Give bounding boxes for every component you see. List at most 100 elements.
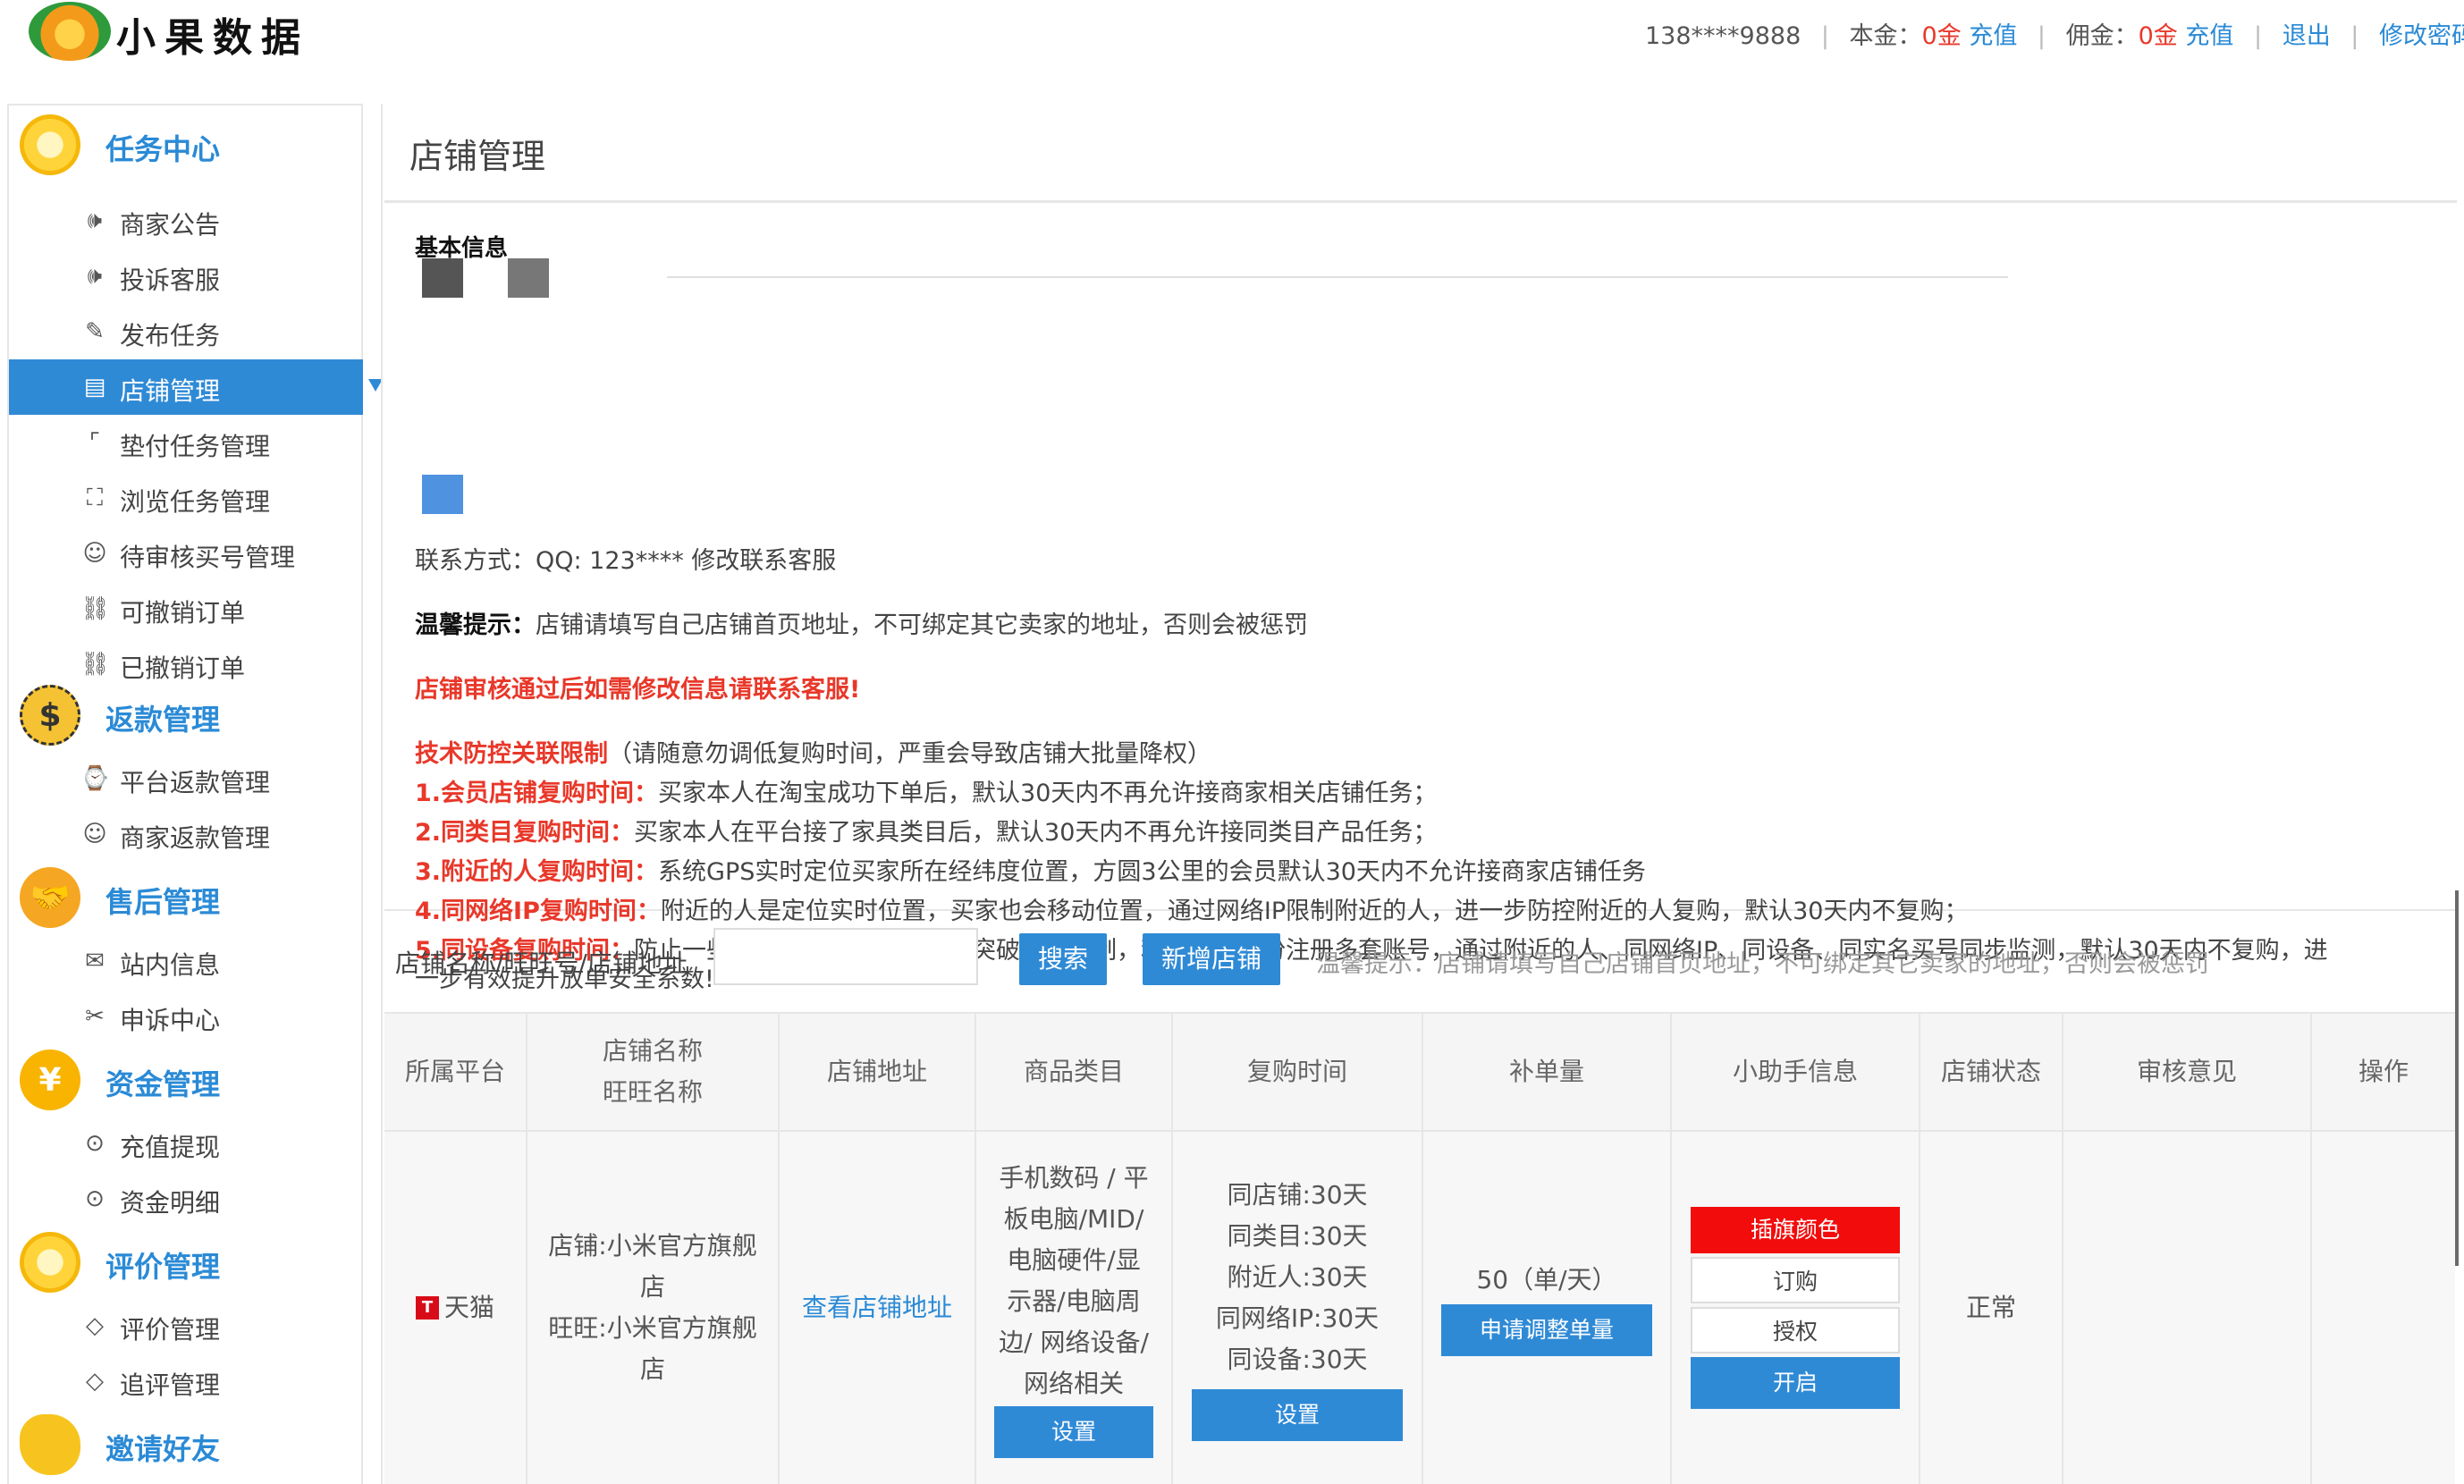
authorize-button[interactable]: 授权 bbox=[1691, 1307, 1900, 1353]
megaphone-icon: 🕪 bbox=[87, 207, 103, 234]
page-scrollbar[interactable] bbox=[2455, 890, 2459, 1266]
crop-icon: ⌜ bbox=[89, 429, 101, 456]
cell-assistant: 插旗颜色 订购 授权 开启 bbox=[1672, 1132, 1920, 1484]
add-shop-button[interactable]: 新增店铺 bbox=[1143, 933, 1280, 985]
redacted-block bbox=[422, 258, 463, 298]
sidebar-section-invite[interactable]: 邀请好友 bbox=[9, 1409, 363, 1480]
change-password-link[interactable]: 修改密码 bbox=[2379, 22, 2464, 50]
sidebar-item-complaint-service[interactable]: 🕪 投诉客服 bbox=[9, 249, 363, 304]
sidebar-section-reviews[interactable]: 评价管理 bbox=[9, 1227, 363, 1298]
sidebar-item-appeal-center[interactable]: ✂ 申诉中心 bbox=[9, 989, 363, 1044]
tag-icon: ◇ bbox=[86, 1368, 104, 1395]
tip-line: 温馨提示：店铺请填写自己店铺首页地址，不可绑定其它卖家的地址，否则会被惩罚 bbox=[415, 611, 1308, 639]
unlink-icon: ⛓ bbox=[80, 651, 111, 678]
subscribe-button[interactable]: 订购 bbox=[1691, 1257, 1900, 1303]
sidebar-item-merchant-refund[interactable]: ☺ 商家返款管理 bbox=[9, 806, 363, 862]
enable-button[interactable]: 开启 bbox=[1691, 1357, 1900, 1409]
cell-operation bbox=[2312, 1132, 2455, 1484]
scan-icon: ⛶ bbox=[86, 485, 104, 511]
logo-icon bbox=[29, 2, 111, 61]
header-volume: 补单量 bbox=[1423, 1014, 1672, 1130]
smile-icon: ☺ bbox=[82, 821, 107, 847]
sidebar-item-follow-up-review[interactable]: ◇ 追评管理 bbox=[9, 1353, 363, 1409]
header-assistant: 小助手信息 bbox=[1672, 1014, 1920, 1130]
search-label: 店铺名称/旺旺号/店铺地址 bbox=[395, 949, 688, 978]
main-content: 店铺管理 基本信息 联系方式：QQ: 123**** 修改联系客服 温馨提示：店… bbox=[381, 104, 2459, 1484]
header-shop-address: 店铺地址 bbox=[780, 1014, 976, 1130]
contact-line: 联系方式：QQ: 123**** 修改联系客服 bbox=[415, 547, 837, 575]
sidebar-item-publish-task[interactable]: ✎ 发布任务 bbox=[9, 304, 363, 359]
adjust-volume-button[interactable]: 申请调整单量 bbox=[1441, 1304, 1652, 1356]
watch-icon: ⌚ bbox=[80, 765, 110, 792]
sidebar-item-site-messages[interactable]: ✉ 站内信息 bbox=[9, 933, 363, 989]
category-settings-button[interactable]: 设置 bbox=[994, 1406, 1153, 1458]
rule-line: 4.同网络IP复购时间：附近的人是定位实时位置，买家也会移动位置，通过网络IP限… bbox=[415, 898, 1969, 925]
table-header-row: 所属平台 店铺名称 旺旺名称 店铺地址 商品类目 复购时间 补单量 小助手信息 店… bbox=[384, 1012, 2455, 1132]
repurchase-settings-button[interactable]: 设置 bbox=[1192, 1389, 1403, 1441]
review-notice: 店铺审核通过后如需修改信息请联系客服! bbox=[415, 676, 861, 704]
sidebar: 任务中心 🕪 商家公告 🕪 投诉客服 ✎ 发布任务 ▤ 店铺管理 ⌜ 垫付任务管理 ⛶ 浏览… bbox=[7, 104, 363, 1484]
sidebar-item-recharge-withdraw[interactable]: ⊙ 充值提现 bbox=[9, 1116, 363, 1171]
dollar-coin-icon: $ bbox=[20, 685, 80, 746]
handshake-icon: 🤝 bbox=[20, 867, 80, 928]
cell-shop-address: 查看店铺地址 bbox=[780, 1132, 976, 1484]
cell-repurchase: 同店铺:30天 同类目:30天 附近人:30天 同网络IP:30天 同设备:30… bbox=[1173, 1132, 1423, 1484]
sidebar-item-fund-details[interactable]: ⊙ 资金明细 bbox=[9, 1171, 363, 1227]
sidebar-item-platform-refund[interactable]: ⌚ 平台返款管理 bbox=[9, 751, 363, 806]
top-header: 小果数据 138****9888 | 本金：0金 充值 | 佣金：0金 充值 |… bbox=[0, 0, 2464, 98]
lightbulb-icon bbox=[20, 114, 80, 175]
sidebar-item-browse-task[interactable]: ⛶ 浏览任务管理 bbox=[9, 470, 363, 526]
header-platform: 所属平台 bbox=[384, 1014, 527, 1130]
scissors-icon: ✂ bbox=[85, 1003, 105, 1030]
sidebar-item-merchant-notice[interactable]: 🕪 商家公告 bbox=[9, 193, 363, 249]
rule-line: 1.会员店铺复购时间：买家本人在淘宝成功下单后，默认30天内不再允许接商家相关店… bbox=[415, 780, 1438, 807]
rule-line: 2.同类目复购时间：买家本人在平台接了家具类目后，默认30天内不再允许接同类目产… bbox=[415, 819, 1438, 847]
header-operation: 操作 bbox=[2358, 1057, 2409, 1086]
info-panel: 基本信息 联系方式：QQ: 123**** 修改联系客服 温馨提示：店铺请填写自… bbox=[384, 200, 2457, 993]
search-button[interactable]: 搜索 bbox=[1019, 933, 1107, 985]
search-input[interactable] bbox=[713, 928, 978, 985]
sidebar-item-pending-buyer[interactable]: ☺ 待审核买号管理 bbox=[9, 526, 363, 581]
commission-recharge-link[interactable]: 充值 bbox=[2185, 22, 2233, 50]
principal-value: 0金 bbox=[1921, 22, 1962, 50]
table-row: T 天猫 店铺:小米官方旗舰 店 旺旺:小米官方旗舰 店 查看店铺地址 手机数码 … bbox=[384, 1132, 2455, 1484]
sidebar-item-advance-task[interactable]: ⌜ 垫付任务管理 bbox=[9, 415, 363, 470]
divider bbox=[667, 276, 2008, 278]
logout-link[interactable]: 退出 bbox=[2283, 22, 2331, 50]
sidebar-section-after-sales[interactable]: 🤝 售后管理 bbox=[9, 862, 363, 933]
redacted-block bbox=[422, 475, 463, 514]
user-phone: 138****9888 bbox=[1645, 22, 1802, 50]
cell-volume: 50（单/天） 申请调整单量 bbox=[1423, 1132, 1672, 1484]
redacted-block bbox=[508, 258, 549, 298]
lightbulb-icon bbox=[20, 1232, 80, 1293]
sidebar-item-review-management[interactable]: ◇ 评价管理 bbox=[9, 1298, 363, 1353]
sidebar-item-shop-management[interactable]: ▤ 店铺管理 bbox=[9, 359, 363, 415]
sidebar-section-funds[interactable]: ¥ 资金管理 bbox=[9, 1044, 363, 1116]
chat-bubble-icon bbox=[20, 1414, 80, 1475]
shop-table: 所属平台 店铺名称 旺旺名称 店铺地址 商品类目 复购时间 补单量 小助手信息 店… bbox=[384, 1012, 2455, 1484]
view-address-link[interactable]: 查看店铺地址 bbox=[802, 1287, 952, 1328]
header-review: 审核意见 bbox=[2063, 1014, 2312, 1130]
sidebar-item-revocable-orders[interactable]: ⛓ 可撤销订单 bbox=[9, 581, 363, 637]
principal-recharge-link[interactable]: 充值 bbox=[1969, 22, 2017, 50]
store-icon: ▤ bbox=[83, 374, 106, 401]
principal-label: 本金： bbox=[1849, 22, 1922, 50]
dollar-circle-icon: ⊙ bbox=[85, 1185, 105, 1212]
sidebar-section-task-center[interactable]: 任务中心 bbox=[9, 109, 363, 181]
header-shop-name: 店铺名称 旺旺名称 bbox=[527, 1014, 780, 1130]
header-status: 店铺状态 bbox=[1920, 1014, 2063, 1130]
logo-text: 小果数据 bbox=[116, 15, 309, 61]
header-category: 商品类目 bbox=[976, 1014, 1173, 1130]
yen-coin-icon: ¥ bbox=[20, 1050, 80, 1110]
sidebar-section-refund[interactable]: $ 返款管理 bbox=[9, 679, 363, 751]
user-info-bar: 138****9888 | 本金：0金 充值 | 佣金：0金 充值 | 退出 |… bbox=[1645, 16, 2464, 51]
flag-color-button[interactable]: 插旗颜色 bbox=[1691, 1207, 1900, 1253]
mail-icon: ✉ bbox=[85, 948, 105, 974]
cell-review bbox=[2063, 1132, 2312, 1484]
cell-shop-name: 店铺:小米官方旗舰 店 旺旺:小米官方旗舰 店 bbox=[527, 1132, 780, 1484]
cell-category: 手机数码 / 平 板电脑/MID/ 电脑硬件/显 示器/电脑周 边/ 网络设备/… bbox=[976, 1132, 1173, 1484]
header-repurchase: 复购时间 bbox=[1173, 1014, 1423, 1130]
search-tip: 温馨提示：店铺请填写自己店铺首页地址，不可绑定其它卖家的地址，否则会被惩罚 bbox=[1316, 950, 2209, 978]
reddit-icon: ☺ bbox=[82, 540, 107, 567]
rules-title: 技术防控关联限制（请随意勿调低复购时间，严重会导致店铺大批量降权） bbox=[415, 740, 1211, 768]
